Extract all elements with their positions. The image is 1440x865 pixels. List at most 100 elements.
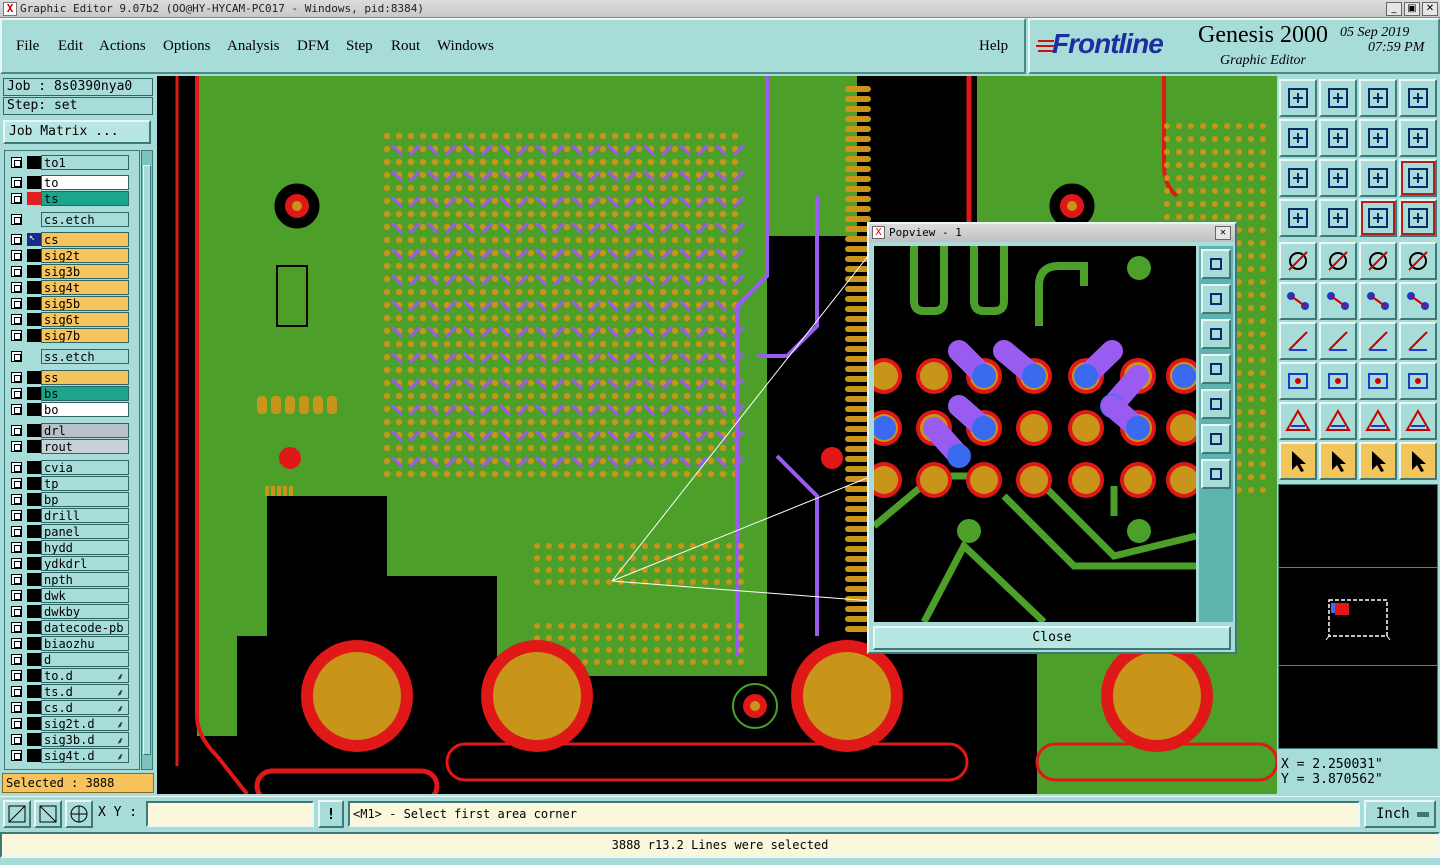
zoom-diag-icon[interactable] <box>34 800 62 828</box>
layer-color-swatch[interactable] <box>27 605 41 618</box>
layer-checkbox[interactable] <box>11 193 22 204</box>
layer-checkbox[interactable] <box>11 372 22 383</box>
layer-checkbox[interactable] <box>11 266 22 277</box>
overview-map[interactable] <box>1278 484 1438 749</box>
layer-color-swatch[interactable] <box>27 371 41 384</box>
pan-up-button[interactable] <box>1201 284 1231 314</box>
layer-row-sig2t[interactable]: sig2t <box>7 248 137 263</box>
dash-tool-button[interactable] <box>1319 362 1357 400</box>
zoom-box-icon[interactable] <box>3 800 31 828</box>
layer-color-swatch[interactable] <box>27 176 41 189</box>
zoom-out-button[interactable] <box>1201 459 1231 489</box>
layer-color-swatch[interactable] <box>27 213 41 226</box>
layer-checkbox[interactable] <box>11 298 22 309</box>
home-tool-button[interactable] <box>1359 79 1397 117</box>
help-tool-button[interactable] <box>1399 159 1437 197</box>
scrollbar-thumb[interactable] <box>143 165 151 755</box>
triangle-4-tool-button[interactable] <box>1399 402 1437 440</box>
layer-checkbox[interactable] <box>11 542 22 553</box>
layer-checkbox[interactable] <box>11 750 22 761</box>
layer-checkbox[interactable] <box>11 425 22 436</box>
zoom-in-button[interactable] <box>1201 424 1231 454</box>
layer-name[interactable]: cs.etch <box>41 212 129 227</box>
overview-board[interactable] <box>1279 485 1439 750</box>
layer-row-bp[interactable]: bp <box>7 492 137 507</box>
pan-left-tool-button[interactable] <box>1279 119 1317 157</box>
layer-name[interactable]: sig6t <box>41 312 129 327</box>
layer-name[interactable]: tp <box>41 476 129 491</box>
layer-name[interactable]: to1 <box>41 155 129 170</box>
layer-color-swatch[interactable] <box>27 265 41 278</box>
circle-tool-button[interactable] <box>1399 242 1437 280</box>
layer-checkbox[interactable] <box>11 214 22 225</box>
layer-checkbox[interactable] <box>11 157 22 168</box>
layer-color-swatch[interactable] <box>27 387 41 400</box>
layer-color-swatch[interactable] <box>27 733 41 746</box>
menu-help[interactable]: Help <box>979 38 1008 55</box>
units-select[interactable]: Inch <box>1364 800 1436 828</box>
job-matrix-button[interactable]: Job Matrix ... <box>3 120 151 144</box>
pointer-4-tool-button[interactable] <box>1399 442 1437 480</box>
layer-row-ss[interactable]: ss <box>7 370 137 385</box>
layer-row-cs.d[interactable]: cs.d ⸙ <box>7 700 137 715</box>
xy-input[interactable] <box>146 801 314 827</box>
layer-row-sig4t.d[interactable]: sig4t.d ⸙ <box>7 748 137 763</box>
layer-color-swatch[interactable] <box>27 461 41 474</box>
close-window-button[interactable]: ✕ <box>1422 2 1438 16</box>
layer-name[interactable]: hydd <box>41 540 129 555</box>
layer-row-sig6t[interactable]: sig6t <box>7 312 137 327</box>
menu-windows[interactable]: Windows <box>437 38 494 55</box>
layer-row-hydd[interactable]: hydd <box>7 540 137 555</box>
layer-name[interactable]: bs <box>41 386 129 401</box>
layer-color-swatch[interactable]: ↖ <box>27 232 41 246</box>
layer-color-swatch[interactable] <box>27 192 41 205</box>
zoom-fit-tool-button[interactable] <box>1279 159 1317 197</box>
layer-color-swatch[interactable] <box>27 313 41 326</box>
undo-tool-button[interactable] <box>1359 119 1397 157</box>
layer-checkbox[interactable] <box>11 606 22 617</box>
layer-row-rout[interactable]: rout <box>7 439 137 454</box>
pointer-tool-button[interactable] <box>1279 442 1317 480</box>
layer-row-sig5b[interactable]: sig5b <box>7 296 137 311</box>
pan-up-tool-button[interactable] <box>1279 79 1317 117</box>
pan-left-button[interactable] <box>1201 354 1231 384</box>
layer-color-swatch[interactable] <box>27 424 41 437</box>
layer-name[interactable]: sig5b <box>41 296 129 311</box>
snap-tool-button[interactable] <box>1279 199 1317 237</box>
layer-checkbox[interactable] <box>11 638 22 649</box>
pan-right-button[interactable] <box>1201 389 1231 419</box>
layer-checkbox[interactable] <box>11 718 22 729</box>
pan-down-tool-button[interactable] <box>1319 79 1357 117</box>
layer-checkbox[interactable] <box>11 282 22 293</box>
layer-color-swatch[interactable] <box>27 525 41 538</box>
layer-row-sig7b[interactable]: sig7b <box>7 328 137 343</box>
scale-tool-button[interactable] <box>1359 159 1397 197</box>
layer-color-swatch[interactable] <box>27 573 41 586</box>
layer-row-panel[interactable]: panel <box>7 524 137 539</box>
pointer-2-tool-button[interactable] <box>1319 442 1357 480</box>
feature-tool-button[interactable] <box>1319 242 1357 280</box>
warning-button[interactable]: ! <box>318 800 344 828</box>
arc-tool-button[interactable] <box>1359 322 1397 360</box>
layer-checkbox[interactable] <box>11 670 22 681</box>
popview-close-icon[interactable]: ✕ <box>1215 226 1231 240</box>
layer-row-npth[interactable]: npth <box>7 572 137 587</box>
layer-row-ss.etch[interactable]: ss.etch <box>7 349 137 364</box>
layer-checkbox[interactable] <box>11 404 22 415</box>
layer-checkbox[interactable] <box>11 177 22 188</box>
layer-row-dwkby[interactable]: dwkby <box>7 604 137 619</box>
layer-color-swatch[interactable] <box>27 477 41 490</box>
layer-checkbox[interactable] <box>11 462 22 473</box>
pad-tool-button[interactable] <box>1279 362 1317 400</box>
layer-row-ts.d[interactable]: ts.d ⸙ <box>7 684 137 699</box>
layer-checkbox[interactable] <box>11 686 22 697</box>
layer-color-swatch[interactable] <box>27 156 41 169</box>
layer-name[interactable]: ts.d ⸙ <box>41 684 129 699</box>
layer-name[interactable]: ydkdrl <box>41 556 129 571</box>
layer-name[interactable]: sig4t <box>41 280 129 295</box>
layer-color-swatch[interactable] <box>27 653 41 666</box>
layer-checkbox[interactable] <box>11 574 22 585</box>
layer-checkbox[interactable] <box>11 590 22 601</box>
layer-row-cs.etch[interactable]: cs.etch <box>7 212 137 227</box>
menu-actions[interactable]: Actions <box>99 38 146 55</box>
